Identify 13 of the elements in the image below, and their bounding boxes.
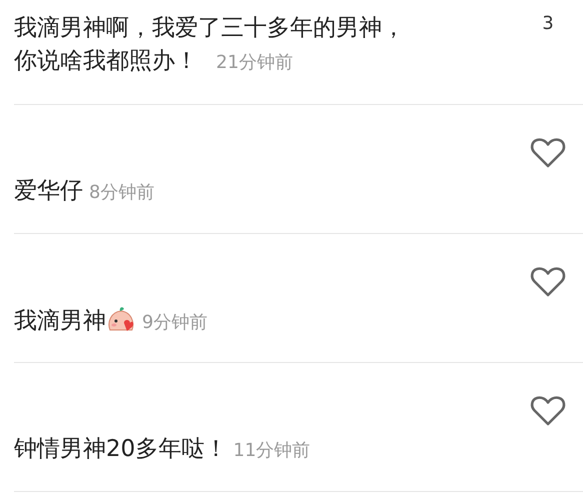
timestamp: 8分钟前 xyxy=(89,182,154,203)
heart-icon[interactable] xyxy=(530,395,566,427)
like-count: 3 xyxy=(542,12,554,36)
comment-text: 我滴男神啊，我爱了三十多年的男神， xyxy=(14,15,405,41)
timestamp: 9分钟前 xyxy=(142,312,208,333)
comment-text: 钟情男神20多年哒！ xyxy=(14,436,228,462)
timestamp: 21分钟前 xyxy=(216,52,293,73)
timestamp: 11分钟前 xyxy=(233,440,310,461)
comment-text: 我滴男神 xyxy=(14,308,106,334)
comment-text: 爱华仔 xyxy=(14,178,83,204)
comment-text: 你说啥我都照办！ xyxy=(14,48,198,74)
heart-icon[interactable] xyxy=(530,266,566,298)
heart-icon[interactable] xyxy=(530,137,566,169)
